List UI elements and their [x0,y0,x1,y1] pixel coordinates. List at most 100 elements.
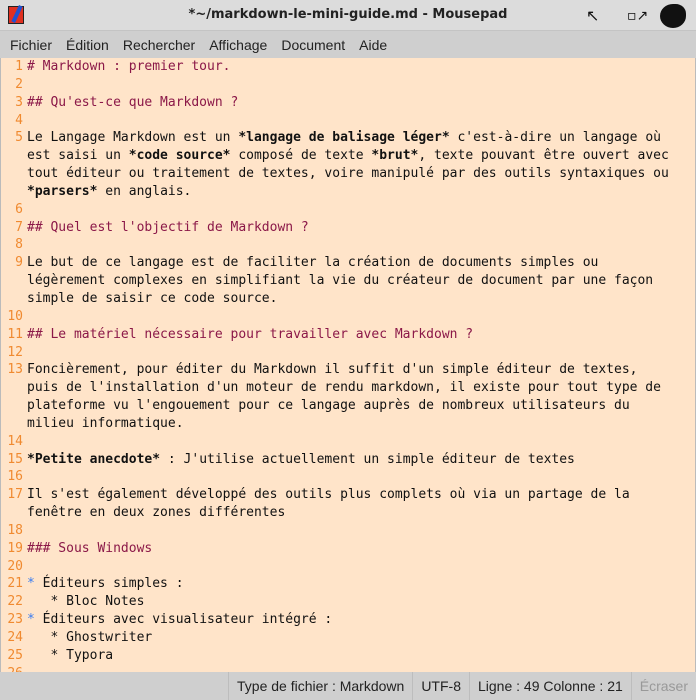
text-segment: milieu informatique. [27,415,184,431]
editor-line: 8 [1,236,695,254]
text-row: simple de saisir ce code source. [27,290,695,308]
line-number: 1 [15,59,23,74]
close-icon[interactable] [660,4,686,28]
status-bar: Type de fichier : Markdown UTF-8 Ligne :… [0,672,696,700]
text-row: légèrement complexes en simplifiant la v… [27,272,695,290]
line-number: 12 [7,344,23,360]
menu-bar: Fichier Édition Rechercher Affichage Doc… [0,31,696,58]
editor-line: 13 Foncièrement, pour éditer du Markdown … [1,361,695,432]
line-number: 17 [7,487,23,503]
cursor-position-status: Ligne : 49 Colonne : 21 [468,672,631,700]
editor-line: 1 # Markdown : premier tour. [1,58,695,76]
text-row [27,344,695,362]
line-number: 6 [15,201,23,217]
bold-text: *Petite anecdote* [27,451,161,467]
text-segment: légèrement complexes en simplifiant la v… [27,273,654,289]
editor-line: 16 [1,468,695,486]
editor-line: 26 [1,665,695,672]
text-segment: tout éditeur ou traitement de textes, vo… [27,166,669,182]
line-number: 24 [7,630,23,645]
overwrite-mode-status: Écraser [630,672,696,700]
editor-line: 4 [1,112,695,130]
text-segment: Éditeurs avec visualisateur intégré : [34,612,333,628]
text-row: plateforme vu l'engouement pour ce langa… [27,397,695,415]
text-row: fenêtre en deux zones différentes [27,504,695,522]
editor-line: 21 * Éditeurs simples : [1,575,695,593]
text-row: * Bloc Notes [27,593,695,611]
menu-rechercher[interactable]: Rechercher [116,37,202,53]
text-editor[interactable]: 1 # Markdown : premier tour. 2 3 ## Qu'est-c… [0,58,696,672]
line-number: 25 [7,647,23,663]
text-row: milieu informatique. [27,415,695,433]
encoding-status: UTF-8 [412,672,469,700]
text-row: ## Quel est l'objectif de Markdown ? [27,219,695,237]
text-segment: est saisi un [27,148,129,164]
menu-affichage[interactable]: Affichage [202,37,274,53]
editor-line: 7 ## Quel est l'objectif de Markdown ? [1,219,695,237]
text-row [27,433,695,451]
text-segment: Le Langage Markdown est un [27,130,239,146]
heading-text: ## Le matériel nécessaire pour travaille… [27,326,474,342]
line-number: 26 [1,665,23,672]
text-segment: puis de l'installation d'un moteur de re… [27,380,661,396]
editor-line: 19 ### Sous Windows [1,540,695,558]
line-number: 13 [7,362,23,378]
line-number: 21 [7,576,23,592]
text-row: puis de l'installation d'un moteur de re… [27,379,695,397]
editor-line: 25 * Typora [1,647,695,665]
text-segment: Foncièrement, pour éditer du Markdown il… [27,362,638,378]
editor-line: 20 [1,558,695,576]
line-number: 3 [15,94,23,110]
editor-line: 11 ## Le matériel nécessaire pour travail… [1,326,695,344]
text-segment: * Typora [27,647,114,663]
line-number: 22 [7,594,23,610]
line-number: 19 [7,540,23,556]
text-segment: simple de saisir ce code source. [27,290,278,306]
bold-text: *brut* [371,148,419,164]
line-number: 8 [15,237,23,253]
text-segment: Le but de ce langage est de faciliter la… [27,255,599,271]
minimize-icon[interactable]: ↖ [586,6,599,25]
text-segment: , texte pouvant être ouvert avec [418,148,669,164]
heading-text: # Markdown : premier tour. [27,59,231,74]
text-row: ### Sous Windows [27,540,695,558]
editor-line: 2 [1,76,695,94]
text-segment: : J'utilise actuellement un simple édite… [160,451,575,467]
text-segment: Éditeurs simples : [34,576,184,592]
line-number: 9 [15,255,23,271]
text-row: # Markdown : premier tour. [27,58,695,76]
editor-line: 22 * Bloc Notes [1,593,695,611]
bullet-marker: * [27,612,35,628]
text-segment: Il s'est également développé des outils … [27,487,630,503]
text-row: *parsers* en anglais. [27,183,695,201]
text-row [27,76,695,94]
bold-text: *parsers* [27,183,98,199]
text-segment: en anglais. [97,183,192,199]
text-row [27,665,695,672]
text-segment: fenêtre en deux zones différentes [27,505,286,521]
text-segment: plateforme vu l'engouement pour ce langa… [27,398,630,414]
line-number: 14 [7,433,23,449]
menu-edition[interactable]: Édition [59,37,116,53]
editor-line: 23 * Éditeurs avec visualisateur intégré … [1,611,695,629]
line-number: 23 [7,612,23,628]
maximize-icon[interactable]: ▫↗ [627,8,648,24]
heading-text: ## Qu'est-ce que Markdown ? [27,94,239,110]
heading-text: ## Quel est l'objectif de Markdown ? [27,219,309,235]
menu-document[interactable]: Document [274,37,352,53]
line-number: 18 [7,522,23,538]
line-number: 5 [15,130,23,146]
text-row: Le but de ce langage est de faciliter la… [27,254,695,272]
line-number: 10 [7,308,23,324]
text-row: * Typora [27,647,695,665]
menu-aide[interactable]: Aide [352,37,394,53]
text-row [27,308,695,326]
title-bar: *~/markdown-le-mini-guide.md - Mousepad … [0,0,696,31]
text-segment: * Ghostwriter [27,630,153,645]
text-segment: c'est-à-dire un langage où [449,130,661,146]
line-number: 4 [15,112,23,128]
menu-fichier[interactable]: Fichier [3,37,59,53]
text-row [27,558,695,576]
filetype-status[interactable]: Type de fichier : Markdown [228,672,412,700]
text-row: Le Langage Markdown est un *langage de b… [27,129,695,147]
